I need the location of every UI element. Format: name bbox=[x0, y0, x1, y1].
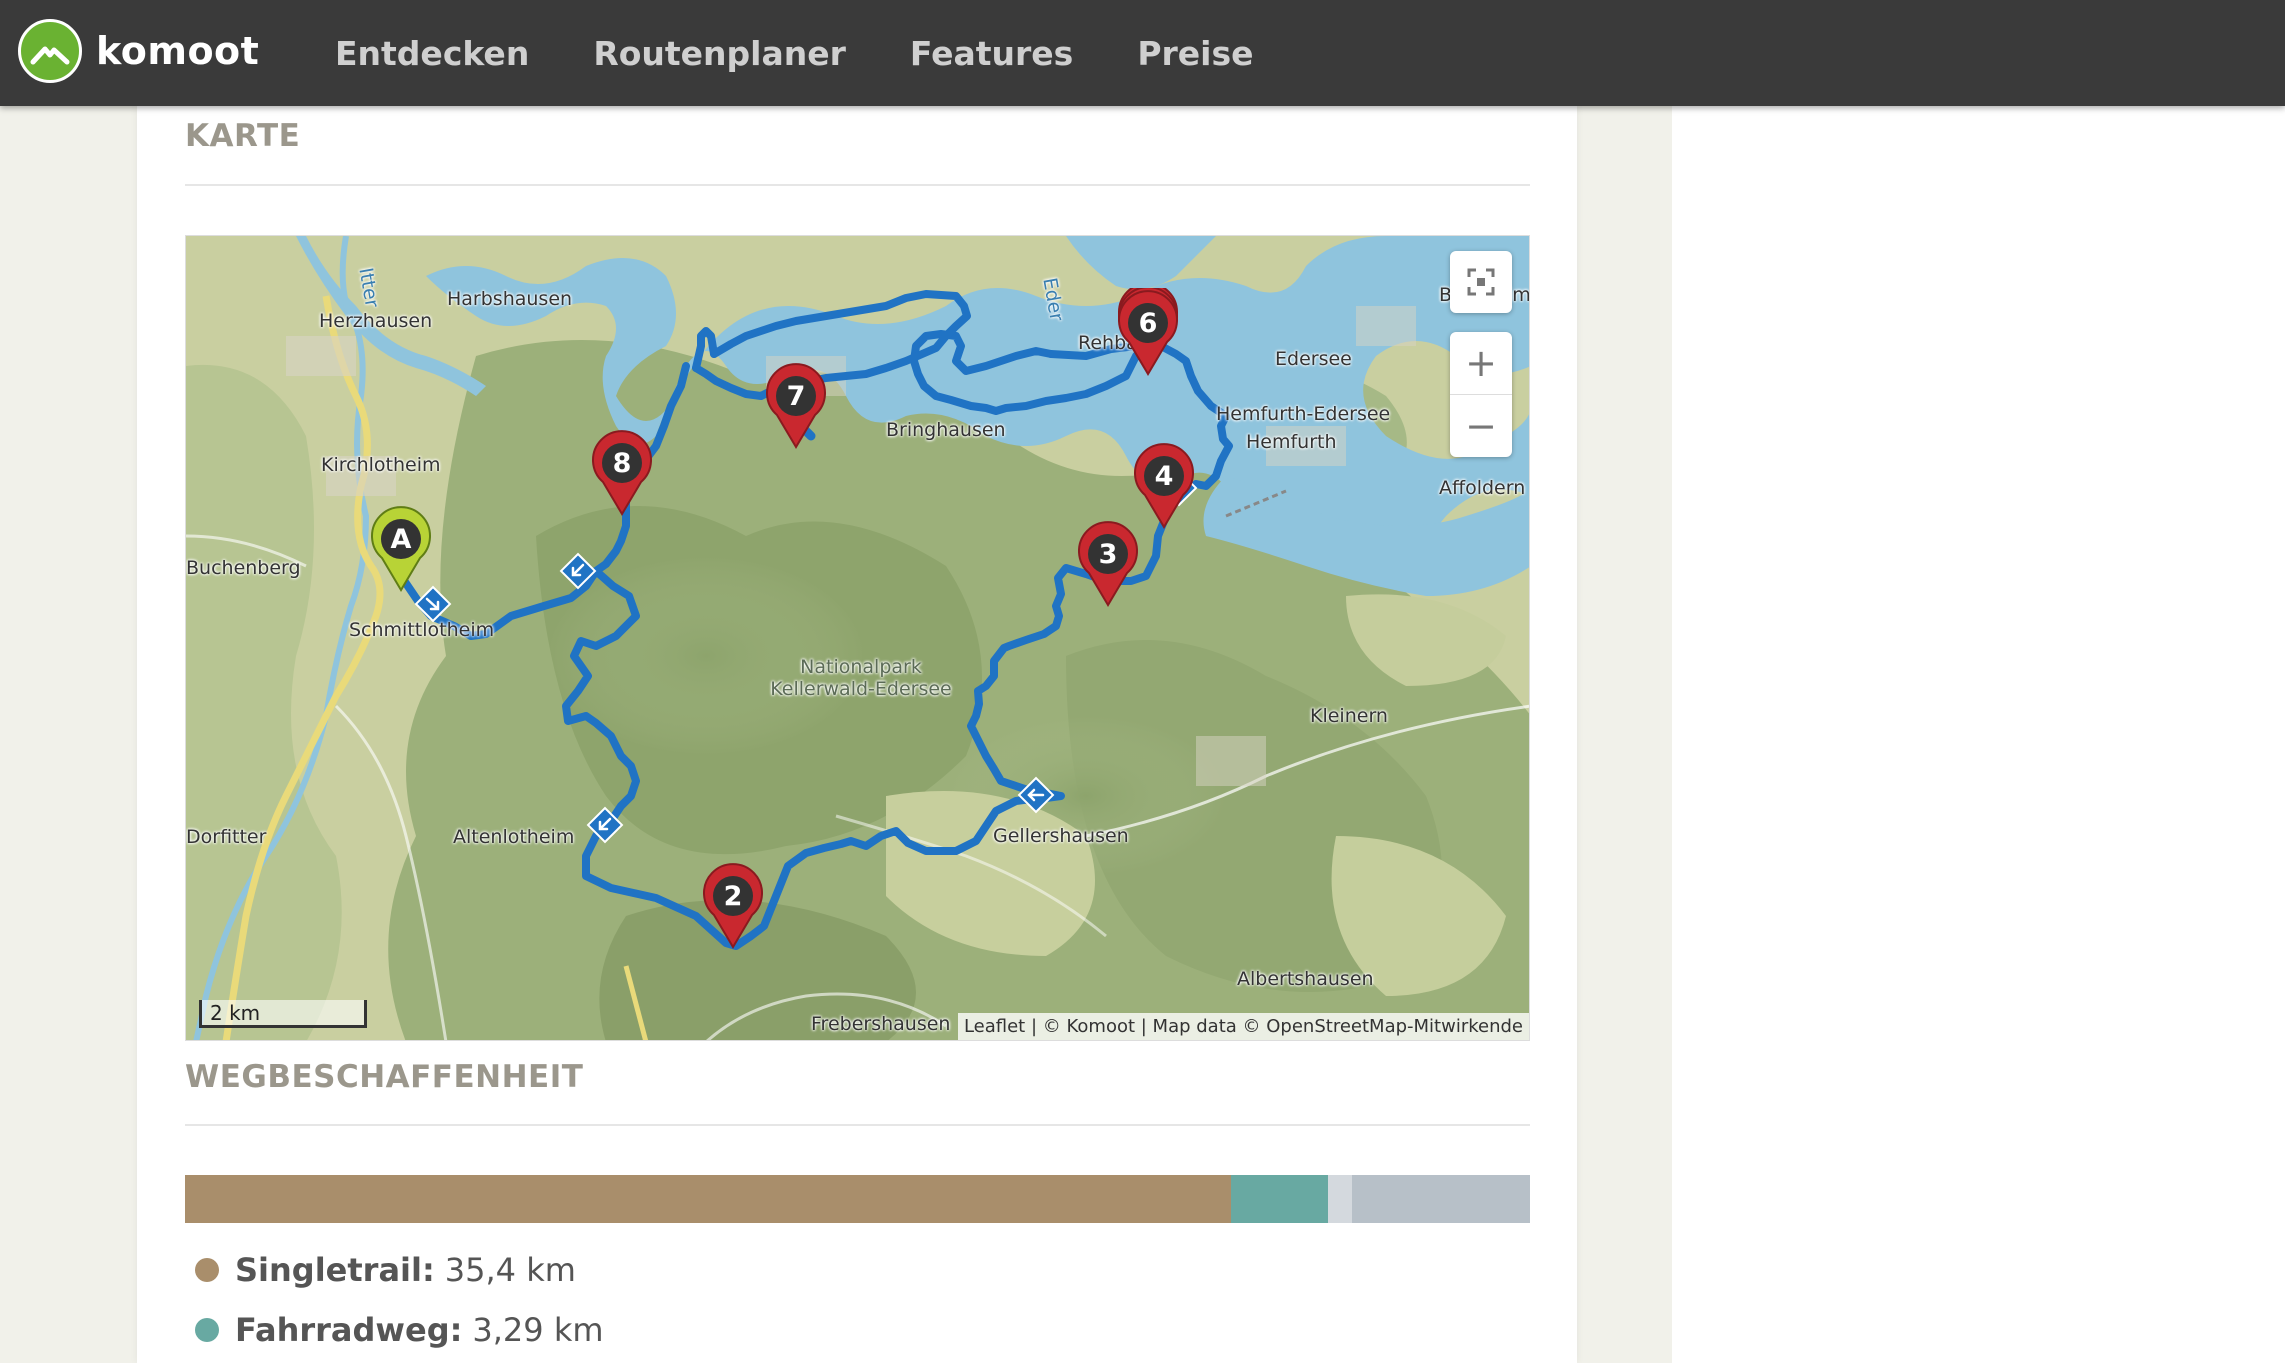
map-place-label: Buchenberg bbox=[186, 557, 301, 579]
surface-section-divider bbox=[185, 1124, 1530, 1126]
map-place-label: Albertshausen bbox=[1237, 968, 1374, 990]
marker-label: 4 bbox=[1155, 461, 1174, 492]
top-navigation-bar: komoot Entdecken Routenplaner Features P… bbox=[0, 0, 2285, 106]
national-park-label: Nationalpark Kellerwald-Edersee bbox=[761, 656, 961, 700]
attribution-separator: | bbox=[1025, 1016, 1043, 1037]
start-marker[interactable]: A bbox=[366, 504, 436, 594]
map-section-title: KARTE bbox=[185, 118, 301, 154]
start-marker-label: A bbox=[391, 524, 412, 555]
surface-bar-segment bbox=[1328, 1175, 1353, 1223]
surface-legend-fahrradweg: Fahrradweg: 3,29 km bbox=[195, 1311, 604, 1349]
surface-bar-segment bbox=[1352, 1175, 1530, 1223]
map-place-label: Kirchlotheim bbox=[321, 454, 441, 476]
tour-map[interactable]: Harbshausen Herzhausen Kirchlotheim Buch… bbox=[185, 235, 1530, 1041]
map-place-label: Hemfurth bbox=[1246, 431, 1337, 453]
surface-bar-segment bbox=[185, 1175, 1232, 1223]
map-place-label: Frebershausen bbox=[811, 1013, 951, 1035]
map-data-link[interactable]: Map data bbox=[1153, 1016, 1237, 1037]
surface-bar-segment bbox=[1231, 1175, 1329, 1223]
fit-bounds-icon bbox=[1467, 268, 1495, 296]
nav-item-preise[interactable]: Preise bbox=[1137, 34, 1253, 73]
map-place-label: Herzhausen bbox=[319, 310, 433, 332]
waypoint-marker-7[interactable]: 7 bbox=[761, 361, 831, 451]
legend-value: 3,29 km bbox=[472, 1311, 604, 1349]
map-section-divider bbox=[185, 184, 1530, 186]
osm-attribution[interactable]: © OpenStreetMap-Mitwirkende bbox=[1243, 1016, 1523, 1037]
map-attribution: Leaflet | © Komoot | Map data © OpenStre… bbox=[957, 1013, 1529, 1040]
map-scale: 2 km bbox=[199, 1000, 367, 1028]
nav-item-routenplaner[interactable]: Routenplaner bbox=[593, 34, 846, 73]
marker-label: 2 bbox=[724, 881, 743, 912]
surface-legend-singletrail: Singletrail: 35,4 km bbox=[195, 1251, 576, 1289]
map-place-label: Harbshausen bbox=[447, 288, 573, 310]
komoot-logo-icon bbox=[18, 19, 82, 83]
marker-label: 7 bbox=[787, 381, 806, 412]
zoom-control: + − bbox=[1450, 332, 1512, 457]
map-place-label: Bringhausen bbox=[886, 419, 1006, 441]
map-place-label: Hemfurth-Edersee bbox=[1216, 403, 1391, 425]
singletrail-color-dot bbox=[195, 1258, 219, 1282]
fit-bounds-button[interactable] bbox=[1450, 251, 1512, 313]
zoom-in-button[interactable]: + bbox=[1450, 332, 1512, 395]
surface-distribution-bar bbox=[185, 1175, 1530, 1223]
nav-item-entdecken[interactable]: Entdecken bbox=[335, 34, 529, 73]
marker-label: 8 bbox=[613, 448, 632, 479]
map-place-label: Edersee bbox=[1275, 348, 1352, 370]
attribution-separator: | bbox=[1135, 1016, 1153, 1037]
park-label-line2: Kellerwald-Edersee bbox=[770, 678, 952, 700]
map-place-label: Dorfitter bbox=[186, 826, 267, 848]
legend-label: Singletrail: bbox=[235, 1251, 435, 1289]
komoot-attribution: © Komoot bbox=[1042, 1016, 1136, 1037]
waypoint-marker-4[interactable]: 4 bbox=[1129, 441, 1199, 531]
nav-item-features[interactable]: Features bbox=[910, 34, 1073, 73]
map-place-label: Kleinern bbox=[1310, 705, 1388, 727]
waypoint-marker-6-cluster[interactable]: 6 bbox=[1108, 288, 1188, 398]
brand-name: komoot bbox=[96, 29, 260, 73]
park-label-line1: Nationalpark bbox=[800, 656, 922, 678]
map-place-label: Schmittlotheim bbox=[349, 619, 495, 641]
legend-value: 35,4 km bbox=[444, 1251, 576, 1289]
marker-label: 3 bbox=[1099, 539, 1118, 570]
map-place-label: Altenlotheim bbox=[453, 826, 575, 848]
map-place-label: Gellershausen bbox=[993, 825, 1129, 847]
leaflet-link[interactable]: Leaflet bbox=[964, 1016, 1025, 1037]
fahrradweg-color-dot bbox=[195, 1318, 219, 1342]
waypoint-marker-3[interactable]: 3 bbox=[1073, 519, 1143, 609]
main-nav: Entdecken Routenplaner Features Preise bbox=[335, 0, 1318, 106]
surface-section-title: WEGBESCHAFFENHEIT bbox=[185, 1059, 584, 1095]
page-background-left bbox=[0, 106, 137, 1363]
map-place-label: Affoldern bbox=[1439, 477, 1526, 499]
zoom-out-button[interactable]: − bbox=[1450, 395, 1512, 457]
page-background-right bbox=[1577, 106, 1672, 1363]
fit-bounds-control bbox=[1450, 251, 1512, 313]
legend-label: Fahrradweg: bbox=[235, 1311, 463, 1349]
komoot-logo[interactable]: komoot bbox=[18, 19, 259, 83]
waypoint-marker-8[interactable]: 8 bbox=[587, 428, 657, 518]
waypoint-marker-2[interactable]: 2 bbox=[698, 861, 768, 951]
marker-label: 6 bbox=[1139, 308, 1158, 339]
